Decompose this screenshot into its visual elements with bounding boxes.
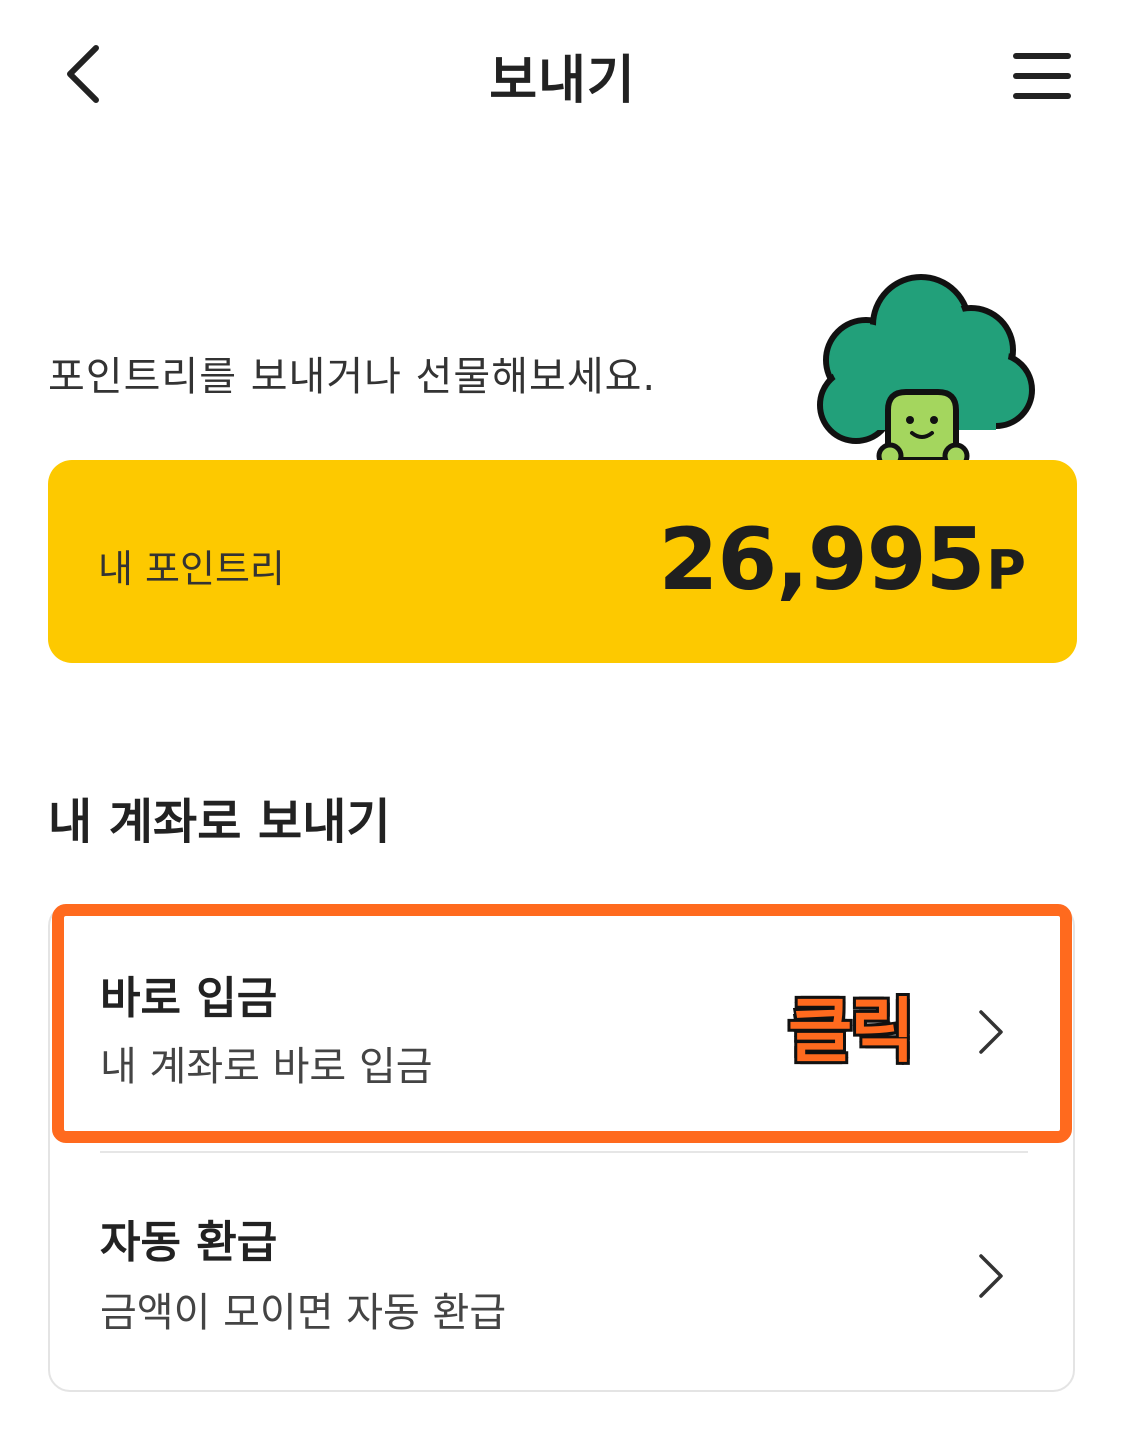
option-description: 금액이 모이면 자동 환급: [100, 1290, 507, 1336]
option-title: 자동 환급: [100, 1217, 278, 1268]
auto-refund-option[interactable]: 자동 환급 금액이 모이면 자동 환급: [50, 1156, 1073, 1391]
divider: [100, 1151, 1028, 1153]
broccoli-mascot-illustration: [817, 274, 1035, 470]
section-title: 내 계좌로 보내기: [48, 794, 391, 850]
point-amount: 26,995: [658, 510, 986, 610]
page-title: 보내기: [489, 51, 636, 111]
click-highlight-box: [52, 904, 1072, 1143]
point-unit: P: [986, 539, 1026, 602]
point-balance: 26,995P: [658, 510, 1026, 610]
my-point-card: 내 포인트리 26,995P: [48, 460, 1077, 663]
click-annotation-label: 클릭: [786, 988, 917, 1074]
menu-button[interactable]: [1006, 48, 1076, 104]
hamburger-menu-icon: [1013, 53, 1071, 99]
app-header: 보내기: [0, 0, 1125, 150]
point-label: 내 포인트리: [98, 547, 285, 591]
intro-text: 포인트리를 보내거나 선물해보세요.: [48, 354, 657, 400]
chevron-right-icon: [979, 1254, 1003, 1298]
